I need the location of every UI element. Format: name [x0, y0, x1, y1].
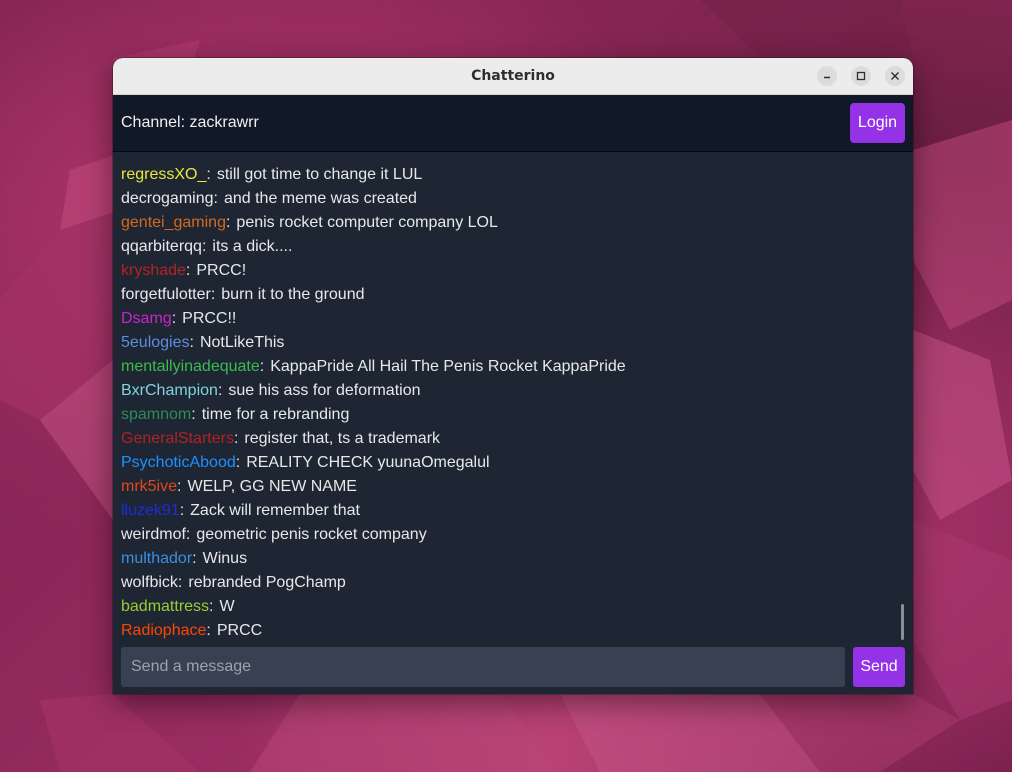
message-text: Winus — [202, 550, 248, 567]
message-username[interactable]: multhador — [121, 550, 192, 567]
message-text: W — [219, 598, 235, 615]
minimize-icon — [822, 71, 832, 81]
message-separator: : — [177, 478, 182, 495]
message-text: and the meme was created — [223, 190, 417, 207]
message-username[interactable]: PsychoticAbood — [121, 454, 236, 471]
chat-message: wolfbick: rebranded PogChamp — [121, 571, 893, 595]
close-icon — [890, 71, 900, 81]
message-separator: : — [210, 286, 216, 303]
message-text: geometric penis rocket company — [196, 526, 427, 543]
message-list: regressXO_: still got time to change it L… — [121, 163, 893, 643]
channel-label: Channel: zackrawrr — [121, 114, 259, 131]
maximize-button[interactable] — [851, 66, 871, 86]
send-button[interactable]: Send — [853, 647, 905, 687]
message-separator: : — [185, 526, 191, 543]
message-username[interactable]: mrk5ive — [121, 478, 177, 495]
chat-message: decrogaming: and the meme was created — [121, 187, 893, 211]
message-separator: : — [233, 430, 239, 447]
message-separator: : — [171, 310, 177, 327]
message-separator: : — [191, 406, 196, 423]
message-separator: : — [189, 334, 194, 351]
message-username[interactable]: weirdmof — [121, 526, 186, 543]
message-text: register that, ts a trademark — [244, 430, 441, 447]
message-username[interactable]: BxrChampion — [121, 382, 218, 399]
chat-message: multhador: Winus — [121, 547, 893, 571]
chat-message: Dsamg: PRCC!! — [121, 307, 893, 331]
message-separator: : — [235, 454, 241, 471]
message-username[interactable]: Radiophace — [121, 622, 206, 639]
message-separator: : — [179, 502, 185, 519]
message-username[interactable]: mentallyinadequate — [121, 358, 260, 375]
message-text: REALITY CHECK yuunaOmegalul — [246, 454, 490, 471]
message-username[interactable]: kryshade — [121, 262, 186, 279]
chat-message: qqarbiterqq: its a dick.... — [121, 235, 893, 259]
message-username[interactable]: qqarbiterqq — [121, 238, 202, 255]
chat-message: badmattress: W — [121, 595, 893, 619]
message-separator: : — [201, 238, 207, 255]
message-text: PRCC — [216, 622, 263, 639]
message-separator: : — [259, 358, 265, 375]
message-text: Zack will remember that — [190, 502, 360, 519]
chat-message: lluzek91: Zack will remember that — [121, 499, 893, 523]
chat-message: weirdmof: geometric penis rocket company — [121, 523, 893, 547]
message-separator: : — [217, 382, 223, 399]
minimize-button[interactable] — [817, 66, 837, 86]
chat-message: regressXO_: still got time to change it L… — [121, 163, 893, 187]
login-button[interactable]: Login — [850, 103, 905, 143]
message-separator: : — [209, 598, 214, 615]
message-input[interactable] — [121, 647, 845, 687]
chat-message: gentei_gaming: penis rocket computer comp… — [121, 211, 893, 235]
message-separator: : — [213, 190, 218, 207]
message-text: NotLikeThis — [199, 334, 285, 351]
message-composer: Send — [113, 642, 913, 694]
message-username[interactable]: forgetfulotter — [121, 286, 211, 303]
message-separator: : — [206, 166, 211, 183]
chat-message: PsychoticAbood: REALITY CHECK yuunaOmegal… — [121, 451, 893, 475]
message-separator: : — [185, 262, 191, 279]
message-username[interactable]: decrogaming — [121, 190, 214, 207]
message-username[interactable]: badmattress — [121, 598, 209, 615]
chat-message: 5eulogies: NotLikeThis — [121, 331, 893, 355]
message-text: its a dick.... — [212, 238, 293, 255]
message-username[interactable]: lluzek91 — [121, 502, 180, 519]
message-username[interactable]: gentei_gaming — [121, 214, 226, 231]
chat-message: mrk5ive: WELP, GG NEW NAME — [121, 475, 893, 499]
chat-message: GeneralStarters: register that, ts a trad… — [121, 427, 893, 451]
message-text: PRCC! — [196, 262, 247, 279]
message-separator: : — [225, 214, 231, 231]
chat-message: kryshade: PRCC! — [121, 259, 893, 283]
message-text: sue his ass for deformation — [228, 382, 421, 399]
chat-message: BxrChampion: sue his ass for deformation — [121, 379, 893, 403]
channel-header: Channel: zackrawrr Login — [113, 95, 913, 153]
message-text: burn it to the ground — [221, 286, 365, 303]
message-username[interactable]: spamnom — [121, 406, 191, 423]
chat-message: Radiophace: PRCC — [121, 619, 893, 643]
message-text: rebranded PogChamp — [188, 574, 346, 591]
message-username[interactable]: Dsamg — [121, 310, 172, 327]
chat-message: spamnom: time for a rebranding — [121, 403, 893, 427]
message-text: still got time to change it LUL — [216, 166, 423, 183]
message-username[interactable]: 5eulogies — [121, 334, 190, 351]
message-separator: : — [206, 622, 211, 639]
chat-scrollbar[interactable] — [901, 604, 904, 640]
chat-area[interactable]: regressXO_: still got time to change it L… — [113, 152, 913, 642]
chat-message: forgetfulotter: burn it to the ground — [121, 283, 893, 307]
message-text: PRCC!! — [182, 310, 237, 327]
chat-message: mentallyinadequate: KappaPride All Hail T… — [121, 355, 893, 379]
close-button[interactable] — [885, 66, 905, 86]
message-username[interactable]: regressXO_ — [121, 166, 206, 183]
window-title: Chatterino — [471, 68, 555, 84]
message-separator: : — [177, 574, 183, 591]
message-separator: : — [192, 550, 197, 567]
message-text: WELP, GG NEW NAME — [187, 478, 357, 495]
message-text: time for a rebranding — [201, 406, 350, 423]
maximize-icon — [856, 71, 866, 81]
message-username[interactable]: wolfbick — [121, 574, 178, 591]
message-text: KappaPride All Hail The Penis Rocket Kap… — [270, 358, 626, 375]
message-text: penis rocket computer company LOL — [236, 214, 498, 231]
chatterino-window: Chatterino Channel: zackrawrr Login regr… — [113, 58, 913, 694]
title-bar[interactable]: Chatterino — [113, 58, 913, 95]
message-username[interactable]: GeneralStarters — [121, 430, 234, 447]
